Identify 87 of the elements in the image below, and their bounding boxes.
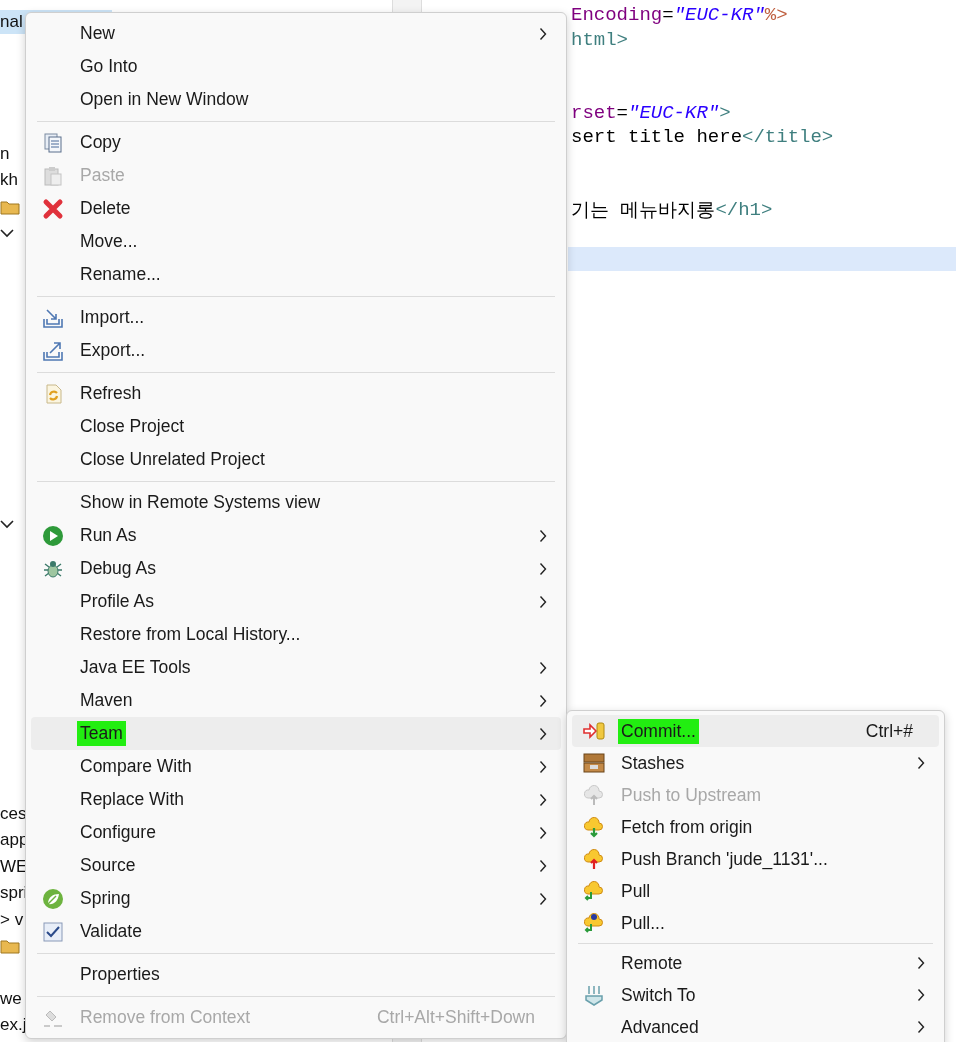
code-line: html>	[570, 27, 629, 52]
menu-item[interactable]: Debug As	[31, 552, 561, 585]
menu-item[interactable]: Validate	[31, 915, 561, 948]
chevron-right-icon	[917, 956, 925, 970]
menu-item[interactable]: Commit... Ctrl+#	[572, 715, 939, 747]
tree-item[interactable]: kh	[0, 170, 18, 191]
chevron-down-icon	[0, 228, 14, 239]
menu-item[interactable]: Pull	[572, 875, 939, 907]
tree-item[interactable]: ex.j	[0, 1015, 27, 1036]
tree-item[interactable]: WE	[0, 856, 28, 877]
menu-item[interactable]: Pull...	[572, 907, 939, 939]
run-icon	[42, 524, 64, 547]
tree-item[interactable]: nal	[0, 12, 23, 32]
chevron-right-icon	[539, 660, 547, 675]
menu-item[interactable]: Fetch from origin	[572, 811, 939, 843]
tree-item[interactable]: > v	[0, 909, 24, 930]
menu-item[interactable]: Configure	[31, 816, 561, 849]
menu-item[interactable]: Properties	[31, 958, 561, 991]
menu-item[interactable]: Refresh	[31, 377, 561, 410]
chevron-right-icon	[917, 1020, 925, 1034]
menu-item[interactable]: Run As	[31, 519, 561, 552]
cloud-download-icon	[583, 880, 605, 902]
chevron-right-icon	[539, 26, 547, 41]
chevron-right-icon	[917, 756, 925, 770]
menu-item[interactable]: Maven	[31, 684, 561, 717]
cloud-upload-icon	[583, 848, 605, 870]
import-icon	[42, 306, 64, 329]
menu-item[interactable]: Close Project	[31, 410, 561, 443]
menu-item[interactable]: Advanced	[572, 1011, 939, 1042]
chevron-right-icon	[539, 759, 547, 774]
code-line: 기는 메뉴바지롱</h1>	[570, 198, 774, 223]
chevron-down-icon	[0, 518, 14, 529]
code-line: Encoding="EUC-KR"%>	[570, 3, 789, 28]
menu-item[interactable]: Export...	[31, 334, 561, 367]
menu-item[interactable]: Copy	[31, 126, 561, 159]
menu-item[interactable]: Import...	[31, 301, 561, 334]
menu-item[interactable]: Spring	[31, 882, 561, 915]
chest-icon	[583, 752, 605, 774]
code-line: sert title here</title>	[570, 125, 835, 150]
chevron-right-icon	[539, 693, 547, 708]
chevron-right-icon	[539, 561, 547, 576]
leaf-icon	[42, 887, 64, 910]
chevron-right-icon	[539, 858, 547, 873]
shortcut-label: Ctrl+#	[865, 720, 913, 742]
tree-item[interactable]: we	[0, 988, 22, 1009]
chevron-right-icon	[539, 891, 547, 906]
menu-item[interactable]: Remote	[572, 947, 939, 979]
menu-item[interactable]: Team	[31, 717, 561, 750]
code-line: rset="EUC-KR">	[570, 100, 732, 125]
branches-icon	[583, 984, 605, 1006]
menu-item[interactable]: Delete	[31, 192, 561, 225]
folder-icon	[0, 938, 20, 954]
menu-item[interactable]: Java EE Tools	[31, 651, 561, 684]
copy-icon	[42, 131, 64, 154]
menu-item[interactable]: Profile As	[31, 585, 561, 618]
menu-item[interactable]: Replace With	[31, 783, 561, 816]
cloud-upload-icon	[583, 784, 605, 806]
chevron-right-icon	[539, 726, 547, 741]
menu-item[interactable]: Stashes	[572, 747, 939, 779]
menu-item[interactable]: Rename...	[31, 258, 561, 291]
menu-item[interactable]: Close Unrelated Project	[31, 443, 561, 476]
delete-icon	[42, 197, 64, 220]
shortcut-label: Ctrl+Alt+Shift+Down	[376, 1007, 535, 1028]
tree-item[interactable]: ces	[0, 804, 27, 824]
cloud-download-icon	[583, 912, 605, 934]
chevron-right-icon	[539, 528, 547, 543]
menu-item[interactable]: Restore from Local History...	[31, 618, 561, 651]
menu-item[interactable]: Open in New Window	[31, 83, 561, 116]
chevron-right-icon	[539, 825, 547, 840]
menu-item[interactable]: Switch To	[572, 979, 939, 1011]
menu-item[interactable]: Move...	[31, 225, 561, 258]
menu-item[interactable]: Go Into	[31, 50, 561, 83]
folder-icon	[0, 198, 20, 215]
menu-item[interactable]: Show in Remote Systems view	[31, 486, 561, 519]
chevron-right-icon	[917, 988, 925, 1002]
clipboard-icon	[42, 164, 64, 187]
chevron-right-icon	[539, 792, 547, 807]
menu-item[interactable]: New	[31, 17, 561, 50]
commit-icon	[583, 720, 605, 742]
menu-item[interactable]: Compare With	[31, 750, 561, 783]
tree-item[interactable]: n	[0, 144, 10, 164]
export-icon	[42, 339, 64, 362]
menu-item[interactable]: Source	[31, 849, 561, 882]
cloud-download-icon	[583, 816, 605, 838]
checkbox-icon	[42, 920, 64, 943]
menu-item[interactable]: Push Branch 'jude_1131'...	[572, 843, 939, 875]
chevron-right-icon	[539, 594, 547, 609]
